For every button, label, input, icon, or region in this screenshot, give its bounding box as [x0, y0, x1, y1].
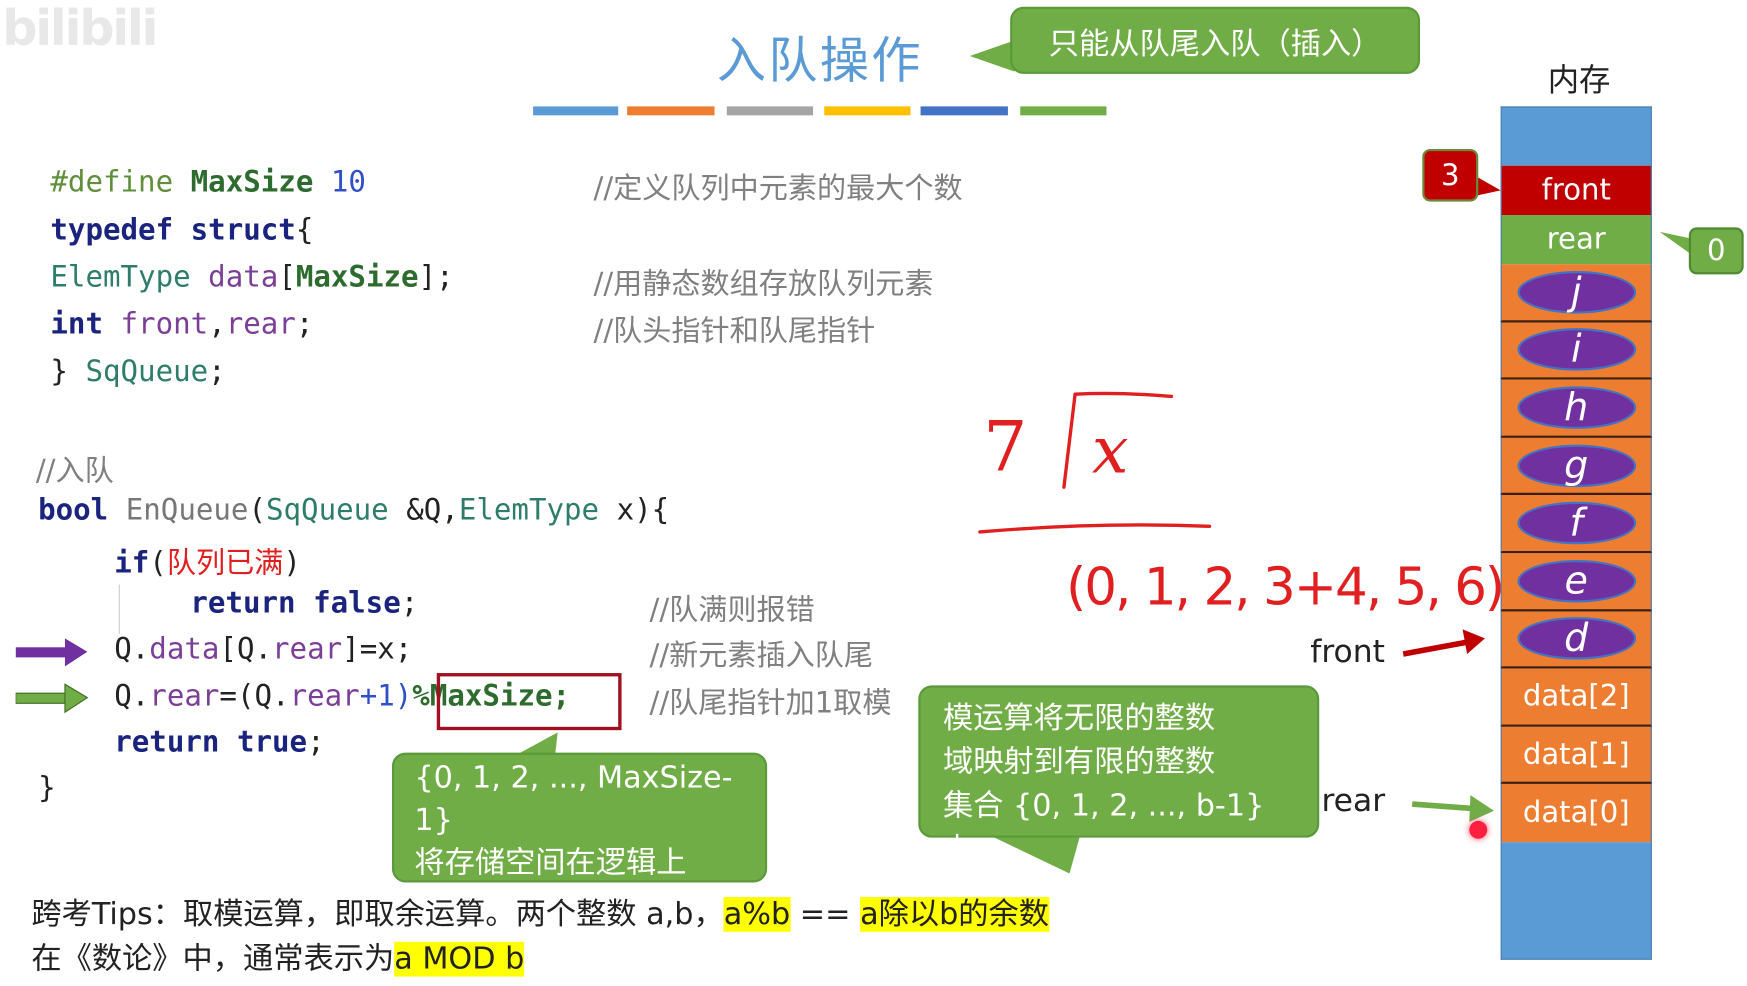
rear-pointer-label: rear: [1321, 781, 1386, 819]
color-bar-orange: [627, 106, 715, 116]
green-arrow-icon: [15, 683, 89, 714]
rear-value-callout: 0: [1688, 227, 1744, 275]
rear-arrow-icon: [1411, 795, 1494, 823]
code-comment: //队头指针和队尾指针: [593, 314, 876, 349]
queue-cell: i: [1500, 322, 1652, 380]
code-line-return-false: return false;: [190, 586, 419, 621]
handwriting: 7 x (0, 1, 2, 3+4, 5, 6): [978, 391, 1505, 618]
ink-remainders: (0, 1, 2, 3+4, 5, 6): [1066, 558, 1505, 618]
code-line-data: ElemType data[MaxSize];: [50, 260, 454, 295]
queue-element: h: [1516, 385, 1636, 430]
data-cell: data[2]: [1500, 668, 1652, 727]
code-line-signature: bool EnQueue(SqQueue &Q,ElemType x){: [38, 493, 670, 528]
code-comment: //定义队列中元素的最大个数: [593, 172, 963, 207]
arrows: [15, 638, 89, 714]
tips-line-1: 跨考Tips：取模运算，即取余运算。两个整数 a,b，a%b == a除以b的余…: [31, 897, 1049, 932]
queue-element: d: [1516, 616, 1636, 661]
front-arrow-icon: [1402, 629, 1485, 657]
data-cell: data[1]: [1500, 726, 1652, 785]
color-bar-green: [1020, 106, 1107, 116]
front-cell: front: [1500, 165, 1652, 216]
callout-line: 模运算将无限的整数: [942, 701, 1216, 736]
data-cell: data[0]: [1500, 784, 1652, 843]
ink-divisor: 7: [983, 407, 1027, 487]
code-line-sqqueue: } SqQueue;: [50, 355, 226, 389]
code-line-int: int front,rear;: [50, 307, 314, 342]
top-callout: 只能从队尾入队（插入）: [1010, 6, 1421, 74]
queue-cell: f: [1500, 495, 1652, 554]
memory-label: 内存: [1547, 61, 1611, 99]
code-line-typedef: typedef struct{: [50, 213, 314, 248]
queue-cell: e: [1500, 553, 1652, 612]
slide-title: 入队操作: [716, 32, 923, 90]
queue-cell: h: [1500, 379, 1652, 438]
queue-element: g: [1516, 443, 1636, 488]
ink-overline: [1073, 391, 1174, 399]
code-line-define: #define MaxSize 10: [50, 165, 366, 200]
memory-top: [1500, 106, 1652, 166]
code-comment: //用静态数组存放队列元素: [593, 267, 934, 302]
code-comment-enqueue: //入队: [35, 454, 114, 489]
ink-dividend: x: [1092, 414, 1129, 489]
front-pointer-label: front: [1310, 632, 1385, 670]
code-comment: //队尾指针加1取模: [649, 686, 892, 721]
slide: bilibili 入队操作 只能从队尾入队（插入） 内存 #define Max…: [0, 0, 1747, 986]
queue-element: i: [1516, 327, 1636, 372]
ink-slash: [1062, 392, 1077, 489]
callout-line: {0, 1, 2, ..., MaxSize-1}: [414, 760, 733, 838]
callout-line: 集合 {0, 1, 2, ..., b-1} 上: [942, 788, 1265, 867]
tips-line-2: 在《数论》中，通常表示为a MOD b: [31, 941, 525, 977]
queue-cell: d: [1500, 611, 1652, 669]
color-bar-gray: [726, 106, 814, 116]
code-line-close: }: [38, 771, 56, 806]
rear-cell: rear: [1500, 215, 1652, 265]
code-line-insert: Q.data[Q.rear]=x;: [114, 632, 413, 667]
code-comment: //队满则报错: [649, 593, 815, 628]
indent-guide: [118, 584, 120, 634]
queue-cell: g: [1500, 437, 1652, 496]
code-line-if: if(队列已满): [114, 546, 301, 581]
front-value-callout: 3: [1422, 148, 1479, 202]
watermark-logo: bilibili: [2, 0, 158, 58]
callout-line: 域映射到有限的整数: [942, 744, 1216, 780]
purple-arrow-icon: [15, 638, 88, 667]
cursor-dot: [1469, 820, 1488, 839]
code-comment: //新元素插入队尾: [649, 639, 873, 674]
code-line-return-true: return true;: [114, 725, 325, 760]
color-bar-blue: [533, 106, 619, 116]
color-bar-darkblue: [920, 106, 1008, 116]
queue-element: j: [1516, 270, 1636, 314]
queue-element: e: [1516, 559, 1636, 603]
ink-divider: [978, 523, 1212, 534]
callout-modulo: 模运算将无限的整数 域映射到有限的整数 集合 {0, 1, 2, ..., b-…: [918, 685, 1320, 867]
callout-ring: {0, 1, 2, ..., MaxSize-1} 将存储空间在逻辑上 变成了“…: [391, 752, 768, 923]
queue-cell: j: [1500, 264, 1652, 323]
memory-bottom: [1500, 842, 1652, 960]
highlight-box: [436, 673, 622, 731]
queue-element: f: [1516, 501, 1636, 546]
callout-line: 将存储空间在逻辑上: [414, 845, 687, 881]
color-bar-yellow: [824, 106, 911, 116]
